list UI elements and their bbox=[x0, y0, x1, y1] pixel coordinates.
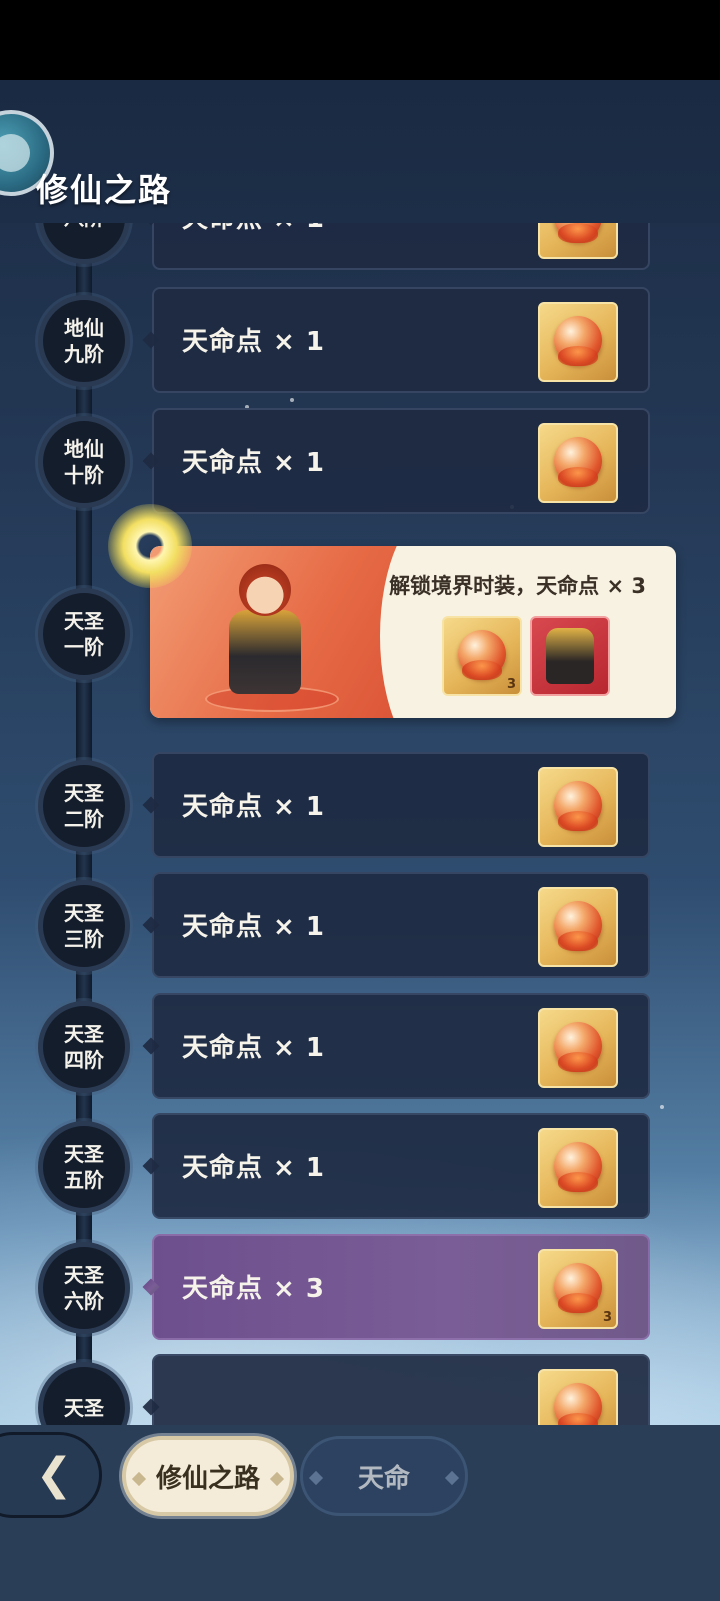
glow-ring bbox=[108, 504, 192, 588]
stage-level: 五阶 bbox=[64, 1168, 104, 1192]
destiny-orb-icon[interactable] bbox=[538, 1128, 618, 1208]
destiny-orb-icon[interactable] bbox=[538, 423, 618, 503]
tab-destiny[interactable]: 天命 bbox=[300, 1436, 468, 1516]
stage-level: 二阶 bbox=[64, 807, 104, 831]
reward-text: 天命点 × 1 bbox=[182, 1033, 325, 1063]
stage-node: 天圣 四阶 bbox=[38, 1001, 130, 1093]
costume-reward-card[interactable]: 解锁境界时装，天命点 × 3 3 bbox=[150, 546, 676, 718]
reward-card[interactable]: 天命点 × 1 bbox=[142, 993, 650, 1099]
stage-realm: 天圣 bbox=[64, 1263, 104, 1287]
stage-realm: 天圣 bbox=[64, 781, 104, 805]
tab-label: 天命 bbox=[357, 1463, 410, 1494]
orb-graphic bbox=[554, 1142, 602, 1192]
reward-text: 天命点 × 3 bbox=[182, 1274, 325, 1304]
card-pointer bbox=[142, 796, 160, 814]
stage-row[interactable]: 天圣 二阶 天命点 × 1 bbox=[0, 752, 720, 858]
page-title: 修仙之路 bbox=[36, 171, 173, 209]
stage-level: 九阶 bbox=[64, 342, 104, 366]
stage-level: 十阶 bbox=[64, 463, 104, 487]
reward-card[interactable]: 天命点 × 1 bbox=[142, 408, 650, 514]
stage-row-highlight[interactable]: 天圣 六阶 天命点 × 3 3 bbox=[0, 1234, 720, 1340]
tab-diamond-left bbox=[131, 1471, 147, 1487]
reward-card[interactable]: 天命点 × 1 bbox=[142, 1113, 650, 1219]
card-pointer bbox=[142, 331, 160, 349]
stage-node: 天圣 一阶 bbox=[38, 588, 130, 680]
stage-realm: 地仙 bbox=[64, 316, 104, 340]
destiny-orb-icon[interactable] bbox=[538, 1369, 618, 1425]
reward-text: 天命点 × 1 bbox=[182, 327, 325, 357]
reward-card[interactable] bbox=[142, 1354, 650, 1425]
tab-diamond-right bbox=[269, 1471, 285, 1487]
stage-row[interactable]: 天圣 三阶 天命点 × 1 bbox=[0, 872, 720, 978]
stage-level: 一阶 bbox=[64, 635, 104, 659]
costume-head bbox=[239, 564, 291, 616]
stage-node: 地仙 九阶 bbox=[38, 295, 130, 387]
reward-card[interactable]: 天命点 × 1 bbox=[142, 872, 650, 978]
stage-row[interactable]: 地仙 十阶 天命点 × 1 bbox=[0, 408, 720, 514]
orb-graphic bbox=[554, 1263, 602, 1313]
stage-row[interactable]: 天圣 四阶 天命点 × 1 bbox=[0, 993, 720, 1099]
tab-diamond-right bbox=[444, 1470, 460, 1486]
item-count: 3 bbox=[506, 677, 516, 692]
stage-level: 四阶 bbox=[64, 1048, 104, 1072]
stage-row[interactable]: 天圣 五阶 天命点 × 1 bbox=[0, 1113, 720, 1219]
reward-card[interactable]: 天命点 × 1 bbox=[142, 752, 650, 858]
destiny-orb-icon[interactable] bbox=[538, 767, 618, 847]
orb-graphic bbox=[554, 1022, 602, 1072]
stage-row[interactable]: 天圣 bbox=[0, 1354, 720, 1425]
stage-node: 天圣 bbox=[38, 1362, 130, 1425]
card-pointer bbox=[142, 1037, 160, 1055]
orb-graphic bbox=[554, 1383, 602, 1425]
costume-icon[interactable] bbox=[530, 616, 610, 696]
card-pointer bbox=[142, 1278, 160, 1296]
destiny-orb-icon[interactable]: 3 bbox=[538, 1249, 618, 1329]
stage-node: 天圣 五阶 bbox=[38, 1121, 130, 1213]
orb-graphic bbox=[554, 316, 602, 366]
back-icon: ❮ bbox=[35, 1449, 73, 1500]
destiny-orb-icon[interactable]: 3 bbox=[442, 616, 522, 696]
stage-realm: 天圣 bbox=[64, 1142, 104, 1166]
destiny-orb-icon[interactable] bbox=[538, 1008, 618, 1088]
reward-card[interactable]: 天命点 × 1 bbox=[142, 287, 650, 393]
reward-text: 天命点 × 1 bbox=[182, 1153, 325, 1183]
stage-realm: 天圣 bbox=[64, 901, 104, 925]
card-pointer bbox=[142, 1398, 160, 1416]
reward-text: 天命点 × 1 bbox=[182, 912, 325, 942]
reward-text: 天命点 × 1 bbox=[182, 448, 325, 478]
tab-label: 修仙之路 bbox=[155, 1463, 260, 1494]
card-pointer bbox=[142, 916, 160, 934]
card-pointer bbox=[142, 1157, 160, 1175]
tab-cultivation-path[interactable]: 修仙之路 bbox=[122, 1436, 294, 1516]
stage-realm: 天圣 bbox=[64, 1396, 104, 1420]
stage-node: 天圣 三阶 bbox=[38, 880, 130, 972]
stage-realm: 地仙 bbox=[64, 437, 104, 461]
orb-graphic bbox=[458, 630, 506, 680]
reward-card[interactable]: 天命点 × 3 3 bbox=[142, 1234, 650, 1340]
avatar-emblem bbox=[0, 134, 30, 172]
stage-node: 天圣 六阶 bbox=[38, 1242, 130, 1334]
reward-text: 解锁境界时装，天命点 × 3 bbox=[389, 574, 646, 598]
orb-graphic bbox=[554, 781, 602, 831]
destiny-orb-icon[interactable] bbox=[538, 887, 618, 967]
item-count: 3 bbox=[602, 1310, 612, 1325]
stage-level: 六阶 bbox=[64, 1289, 104, 1313]
reward-text: 天命点 × 1 bbox=[182, 792, 325, 822]
costume-thumbnail bbox=[546, 628, 594, 684]
stage-realm: 天圣 bbox=[64, 1022, 104, 1046]
stage-realm: 天圣 bbox=[64, 609, 104, 633]
orb-graphic bbox=[554, 901, 602, 951]
destiny-orb-icon[interactable] bbox=[538, 302, 618, 382]
stage-node: 地仙 十阶 bbox=[38, 416, 130, 508]
tab-diamond-left bbox=[308, 1470, 324, 1486]
costume-body bbox=[229, 610, 301, 694]
card-pointer bbox=[142, 452, 160, 470]
costume-character-image[interactable] bbox=[205, 556, 339, 716]
stage-node: 天圣 二阶 bbox=[38, 760, 130, 852]
stage-level: 三阶 bbox=[64, 927, 104, 951]
orb-graphic bbox=[554, 437, 602, 487]
stage-row[interactable]: 地仙 九阶 天命点 × 1 bbox=[0, 287, 720, 393]
back-button[interactable]: ❮ bbox=[0, 1432, 102, 1518]
